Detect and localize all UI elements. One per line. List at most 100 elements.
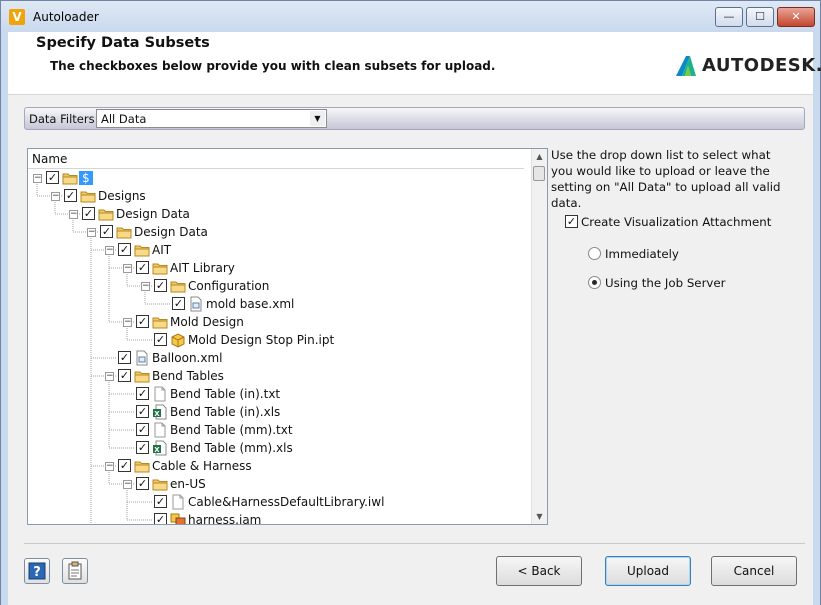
tree-item-label: AIT Library (170, 261, 235, 275)
tree-item-checkbox[interactable]: ✓ (136, 261, 149, 274)
data-filters-label: Data Filters: (29, 112, 99, 126)
collapse-toggle-icon[interactable]: − (87, 228, 96, 237)
tree-item-checkbox[interactable]: ✓ (118, 459, 131, 472)
page-title: Specify Data Subsets (36, 35, 210, 51)
logo-text: AUTODESK. (702, 55, 821, 76)
viz-checkbox-label[interactable]: Create Visualization Attachment (581, 215, 771, 229)
filter-bar: Data Filters: All Data ▼ (24, 107, 805, 130)
viz-checkbox-box[interactable]: ✓ (565, 215, 578, 228)
excel-file-icon: X (152, 440, 168, 456)
folder-icon (98, 206, 114, 222)
tree-item-checkbox[interactable]: ✓ (136, 441, 149, 454)
excel-file-icon: X (152, 404, 168, 420)
collapse-toggle-icon[interactable]: − (141, 282, 150, 291)
window-title: Autoloader (33, 10, 99, 24)
tree-item-checkbox[interactable]: ✓ (136, 405, 149, 418)
file-tree-panel: Name − ✓ $ − ✓ Designs − ✓ Design Data − ✓ Design D… (27, 148, 548, 525)
part-file-icon (170, 332, 186, 348)
tree-item-checkbox[interactable]: ✓ (64, 189, 77, 202)
svg-text:X: X (154, 410, 160, 418)
tree-item-checkbox[interactable]: ✓ (136, 477, 149, 490)
tree-item-checkbox[interactable]: ✓ (46, 171, 59, 184)
tree-item-label: $ (79, 171, 93, 185)
tree-item-checkbox[interactable]: ✓ (154, 279, 167, 292)
folder-icon (134, 368, 150, 384)
main-area: Data Filters: All Data ▼ Name − ✓ $ − ✓ Desig… (8, 95, 813, 605)
collapse-toggle-icon[interactable]: − (123, 480, 132, 489)
tree-body: − ✓ $ − ✓ Designs − ✓ Design Data − ✓ Design Data − ✓… (28, 169, 524, 524)
maximize-button[interactable]: ☐ (746, 7, 774, 27)
title-bar: V Autoloader — ☐ ✕ (0, 0, 821, 32)
folder-icon (170, 278, 186, 294)
collapse-toggle-icon[interactable]: − (33, 174, 42, 183)
tree-item-checkbox[interactable]: ✓ (136, 423, 149, 436)
tree-item-checkbox[interactable]: ✓ (154, 333, 167, 346)
radio-immediately-label[interactable]: Immediately (605, 247, 679, 261)
tree-item-checkbox[interactable]: ✓ (172, 297, 185, 310)
upload-button[interactable]: Upload (605, 556, 691, 586)
clipboard-button[interactable] (62, 558, 88, 584)
cancel-button[interactable]: Cancel (711, 556, 797, 586)
window-frame-left (0, 32, 8, 605)
tree-item-label: Configuration (188, 279, 270, 293)
svg-text:?: ? (33, 565, 41, 580)
tree-item-label: AIT (152, 243, 172, 257)
collapse-toggle-icon[interactable]: − (123, 318, 132, 327)
tree-item-label: harness.iam (188, 513, 262, 524)
data-filters-value: All Data (101, 112, 147, 126)
help-icon: ? (28, 562, 46, 580)
radio-job-server-dot[interactable] (588, 276, 601, 289)
tree-item-checkbox[interactable]: ✓ (82, 207, 95, 220)
text-file-icon (152, 386, 168, 402)
footer-divider (24, 543, 805, 544)
tree-item-label: Mold Design Stop Pin.ipt (188, 333, 335, 347)
scroll-down-arrow-icon[interactable]: ▼ (532, 509, 547, 524)
tree-item-checkbox[interactable]: ✓ (154, 513, 167, 524)
scroll-up-arrow-icon[interactable]: ▲ (532, 149, 547, 164)
tree-item-checkbox[interactable]: ✓ (154, 495, 167, 508)
tree-item-label: Bend Table (in).xls (170, 405, 281, 419)
help-button[interactable]: ? (24, 558, 50, 584)
tree-item-checkbox[interactable]: ✓ (118, 351, 131, 364)
tree-item-label: mold base.xml (206, 297, 295, 311)
tree-column-header[interactable]: Name (28, 149, 524, 169)
assembly-file-icon (170, 512, 186, 524)
clipboard-icon (68, 561, 82, 580)
minimize-button[interactable]: — (715, 7, 743, 27)
tree-item-label: Design Data (134, 225, 208, 239)
back-button[interactable]: < Back (496, 556, 582, 586)
tree-item-checkbox[interactable]: ✓ (118, 243, 131, 256)
tree-item-label: Design Data (116, 207, 190, 221)
xml-file-icon (134, 350, 150, 366)
folder-icon (152, 476, 168, 492)
collapse-toggle-icon[interactable]: − (105, 246, 114, 255)
collapse-toggle-icon[interactable]: − (51, 192, 60, 201)
tree-item-checkbox[interactable]: ✓ (136, 387, 149, 400)
collapse-toggle-icon[interactable]: − (105, 462, 114, 471)
tree-item-label: en-US (170, 477, 206, 491)
folder-icon (152, 314, 168, 330)
collapse-toggle-icon[interactable]: − (105, 372, 114, 381)
scroll-thumb[interactable] (533, 166, 545, 181)
radio-immediately-dot[interactable] (588, 247, 601, 260)
xml-file-icon (188, 296, 204, 312)
tree-item-checkbox[interactable]: ✓ (136, 315, 149, 328)
wizard-header: Specify Data Subsets The checkboxes belo… (8, 32, 821, 95)
dropdown-arrow-icon[interactable]: ▼ (310, 111, 325, 126)
tree-scrollbar[interactable]: ▲ ▼ (531, 149, 547, 524)
close-button[interactable]: ✕ (777, 7, 815, 27)
tree-item-checkbox[interactable]: ✓ (118, 369, 131, 382)
collapse-toggle-icon[interactable]: − (123, 264, 132, 273)
tree-item-checkbox[interactable]: ✓ (100, 225, 113, 238)
collapse-toggle-icon[interactable]: − (69, 210, 78, 219)
folder-icon (134, 458, 150, 474)
svg-text:X: X (154, 446, 160, 454)
tree-item-label: Cable&HarnessDefaultLibrary.iwl (188, 495, 385, 509)
window-frame-right (813, 32, 821, 605)
tree-item-label: Cable & Harness (152, 459, 252, 473)
page-subtitle: The checkboxes below provide you with cl… (50, 59, 496, 73)
app-icon: V (9, 9, 25, 25)
data-filters-dropdown[interactable]: All Data ▼ (96, 109, 327, 128)
folder-icon (152, 260, 168, 276)
radio-job-server-label[interactable]: Using the Job Server (605, 276, 726, 290)
